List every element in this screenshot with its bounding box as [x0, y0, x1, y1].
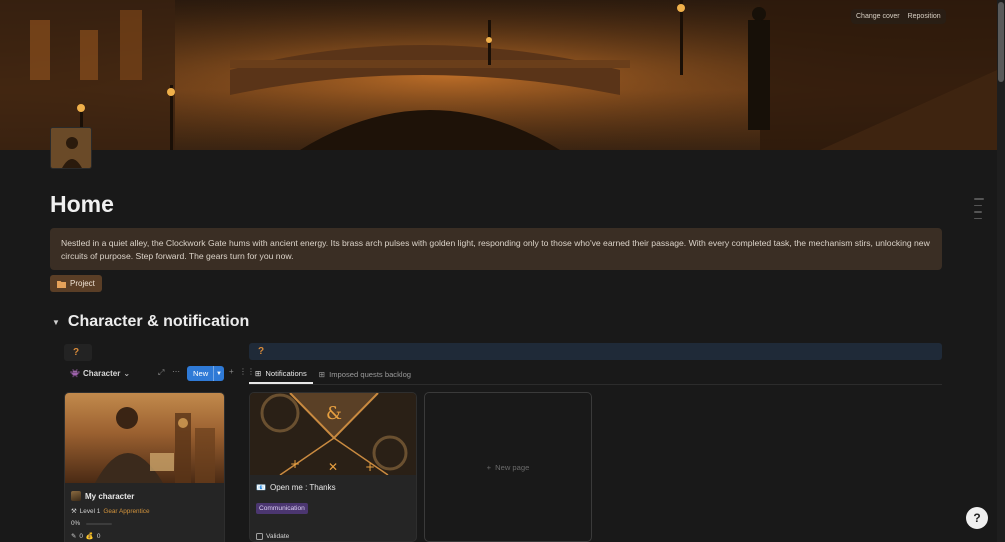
expand-icon[interactable]: ⤢ — [158, 368, 164, 378]
envelope-illustration: & + ✕ + — [250, 393, 416, 475]
character-view-label: Character — [82, 369, 121, 378]
table-of-contents[interactable] — [974, 198, 984, 219]
character-illustration — [95, 407, 215, 483]
help-button[interactable]: ? — [966, 507, 988, 529]
notification-card[interactable]: & + ✕ + 📧 Open me : Thanks Communication… — [249, 392, 417, 542]
character-card-title: My character — [65, 491, 224, 501]
notifications-db-tabs: ⊞ Notifications ⊞ Imposed quests backlog — [249, 365, 942, 385]
project-button[interactable]: Project — [50, 275, 102, 292]
gallery-icon: ⊞ — [318, 370, 326, 379]
level-text: Level 1 — [79, 507, 101, 515]
page-title[interactable]: Home — [50, 191, 114, 218]
character-card[interactable]: My character ⚒ Level 1 Gear Apprentice 0… — [64, 392, 225, 542]
validate-row: Validate — [250, 533, 416, 540]
chevron-down-icon: ⌄ — [123, 369, 131, 378]
notification-card-title: 📧 Open me : Thanks — [250, 483, 416, 492]
character-view-selector[interactable]: 👾 Character ⌄ — [70, 369, 130, 378]
avatar-icon — [71, 491, 81, 501]
rank-text: Gear Apprentice — [103, 507, 150, 515]
new-button-label: New — [193, 369, 209, 378]
character-db-toolbar: 👾 Character ⌄ ⤢ ⋯ New ▼ + ⋮⋮ — [64, 365, 255, 382]
left-placeholder-block[interactable]: ? — [64, 344, 92, 361]
svg-text:+: + — [290, 457, 300, 471]
cover-actions: Change cover Reposition — [851, 9, 946, 24]
add-icon[interactable]: + — [229, 367, 234, 376]
reposition-button[interactable]: Reposition — [905, 11, 944, 22]
toc-line[interactable] — [974, 217, 982, 219]
right-placeholder-block[interactable]: ? — [249, 343, 942, 360]
character-portrait-icon — [51, 128, 91, 168]
chevron-down-icon[interactable]: ▼ — [213, 366, 222, 381]
validate-label: Validate — [266, 533, 290, 540]
svg-text:&: & — [326, 403, 342, 424]
notification-card-image: & + ✕ + — [250, 393, 416, 475]
progress-bar — [86, 522, 113, 525]
invader-icon: 👾 — [70, 369, 80, 378]
project-button-label: Project — [70, 279, 95, 288]
section-heading: ▼ Character & notification — [52, 313, 249, 331]
validate-checkbox[interactable] — [256, 533, 263, 540]
character-card-image — [65, 393, 224, 483]
new-character-button[interactable]: New ▼ — [187, 366, 224, 381]
gallery-icon: ⊞ — [255, 369, 262, 378]
notification-title: Open me : Thanks — [269, 483, 336, 492]
character-level-row: ⚒ Level 1 Gear Apprentice — [65, 507, 224, 516]
money-bag-icon: 💰 — [85, 533, 94, 540]
new-page-label: New page — [495, 462, 530, 472]
section-title[interactable]: Character & notification — [68, 313, 249, 331]
page-icon[interactable] — [50, 127, 92, 169]
toggle-caret-icon[interactable]: ▼ — [52, 318, 60, 327]
toc-line[interactable] — [974, 211, 982, 213]
envelope-icon: 📧 — [256, 483, 266, 492]
character-stats-row: ✎ 0 💰 0 — [65, 532, 224, 541]
more-options-icon[interactable]: ⋯ — [172, 367, 180, 376]
plus-icon: + — [486, 462, 492, 472]
communication-tag: Communication — [256, 503, 308, 514]
scrollbar-thumb[interactable] — [998, 2, 1004, 82]
intro-callout[interactable]: Nestled in a quiet alley, the Clockwork … — [50, 228, 942, 270]
quill-icon: ✎ — [71, 533, 77, 540]
stat-b-value: 0 — [96, 532, 101, 540]
help-icon: ? — [973, 511, 981, 525]
tab-notifications[interactable]: ⊞ Notifications — [249, 365, 313, 384]
page-scrollbar[interactable] — [997, 0, 1005, 542]
toc-line[interactable] — [974, 204, 982, 206]
character-progress-row: 0% — [65, 520, 224, 527]
cover-image: Change cover Reposition — [0, 0, 997, 150]
svg-text:✕: ✕ — [328, 460, 338, 474]
character-name: My character — [85, 491, 135, 501]
toc-line[interactable] — [974, 198, 984, 200]
svg-text:+: + — [365, 460, 375, 474]
cover-illustration — [0, 0, 997, 150]
stat-a-value: 0 — [79, 532, 83, 540]
hammer-icon: ⚒ — [71, 508, 77, 515]
change-cover-button[interactable]: Change cover — [853, 11, 903, 22]
tab-label: Notifications — [265, 369, 307, 378]
tab-imposed-quests-backlog[interactable]: ⊞ Imposed quests backlog — [313, 365, 417, 384]
tab-label: Imposed quests backlog — [329, 370, 412, 379]
new-page-card[interactable]: + New page — [424, 392, 592, 542]
folder-icon — [57, 280, 66, 288]
progress-text: 0% — [71, 520, 81, 527]
